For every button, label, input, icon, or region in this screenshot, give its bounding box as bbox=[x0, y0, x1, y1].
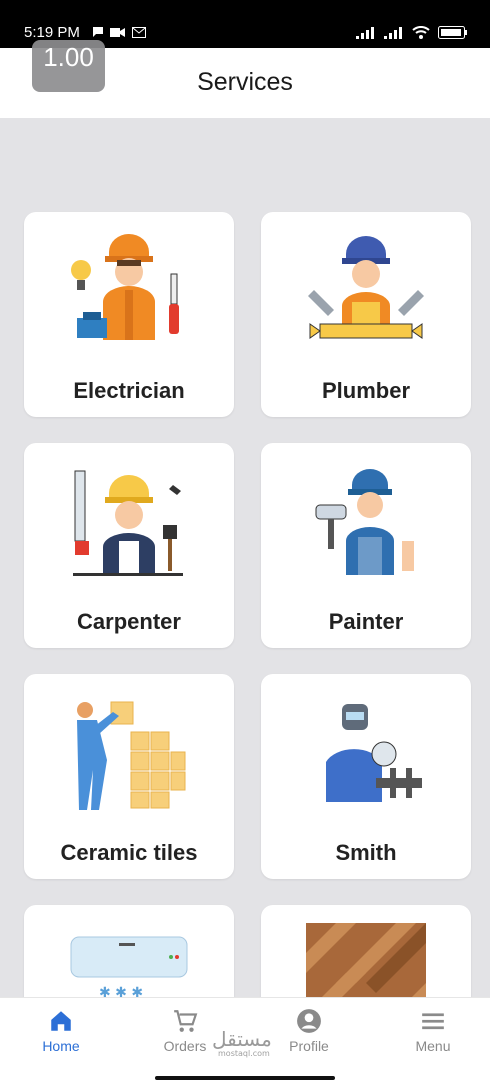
wifi-icon bbox=[412, 26, 430, 39]
service-card-smith[interactable]: Smith bbox=[261, 674, 471, 879]
service-label: Painter bbox=[328, 609, 404, 634]
painter-illustration bbox=[315, 469, 414, 575]
home-icon bbox=[51, 1011, 71, 1031]
profile-icon bbox=[297, 1009, 321, 1033]
top-edge bbox=[0, 0, 490, 14]
service-card-carpenter[interactable]: Carpenter bbox=[24, 443, 234, 648]
service-card-electrician[interactable]: Electrician bbox=[24, 212, 234, 417]
watermark-text: مستقل bbox=[212, 1027, 272, 1051]
service-label: Smith bbox=[335, 840, 397, 865]
services-grid: Electrician Plumber Carpenter Painter Ce… bbox=[0, 118, 490, 1084]
nav-home[interactable]: Home bbox=[16, 1008, 106, 1054]
service-label: Carpenter bbox=[77, 609, 181, 634]
service-card-painter[interactable]: Painter bbox=[261, 443, 471, 648]
service-card-ceramic-tiles[interactable]: Ceramic tiles bbox=[24, 674, 234, 879]
menu-icon bbox=[422, 1013, 444, 1030]
tiler-illustration bbox=[77, 701, 186, 810]
service-label: Plumber bbox=[321, 378, 411, 403]
nav-label-menu: Menu bbox=[415, 1038, 451, 1054]
nav-profile[interactable]: Profile bbox=[264, 1008, 354, 1054]
welder-illustration bbox=[326, 704, 422, 802]
nav-label-home: Home bbox=[42, 1038, 80, 1054]
nav-label-profile: Profile bbox=[289, 1038, 329, 1054]
status-notifications bbox=[92, 26, 146, 38]
plumber-illustration bbox=[308, 236, 424, 339]
service-label: Ceramic tiles bbox=[60, 840, 198, 865]
status-time: 5:19 PM bbox=[24, 24, 80, 41]
status-system bbox=[356, 26, 468, 39]
home-indicator[interactable] bbox=[155, 1076, 335, 1080]
mail-icon bbox=[132, 26, 146, 38]
video-icon bbox=[110, 27, 125, 37]
message-icon bbox=[93, 27, 103, 37]
service-label: Electrician bbox=[73, 378, 185, 403]
carpenter-illustration bbox=[73, 470, 183, 576]
signal-icon bbox=[356, 26, 374, 39]
watermark-subtext: mostaql.com bbox=[218, 1049, 270, 1058]
service-card-plumber[interactable]: Plumber bbox=[261, 212, 471, 417]
battery-icon bbox=[438, 26, 467, 39]
nav-menu[interactable]: Menu bbox=[388, 1008, 478, 1054]
electrician-illustration bbox=[71, 234, 179, 340]
signal-icon bbox=[384, 26, 402, 39]
cart-icon bbox=[174, 1010, 198, 1032]
phone-screen: 5:19 PM 1.00 Services Electrician Plumbe… bbox=[0, 0, 490, 1084]
zoom-level-badge: 1.00 bbox=[32, 40, 105, 92]
